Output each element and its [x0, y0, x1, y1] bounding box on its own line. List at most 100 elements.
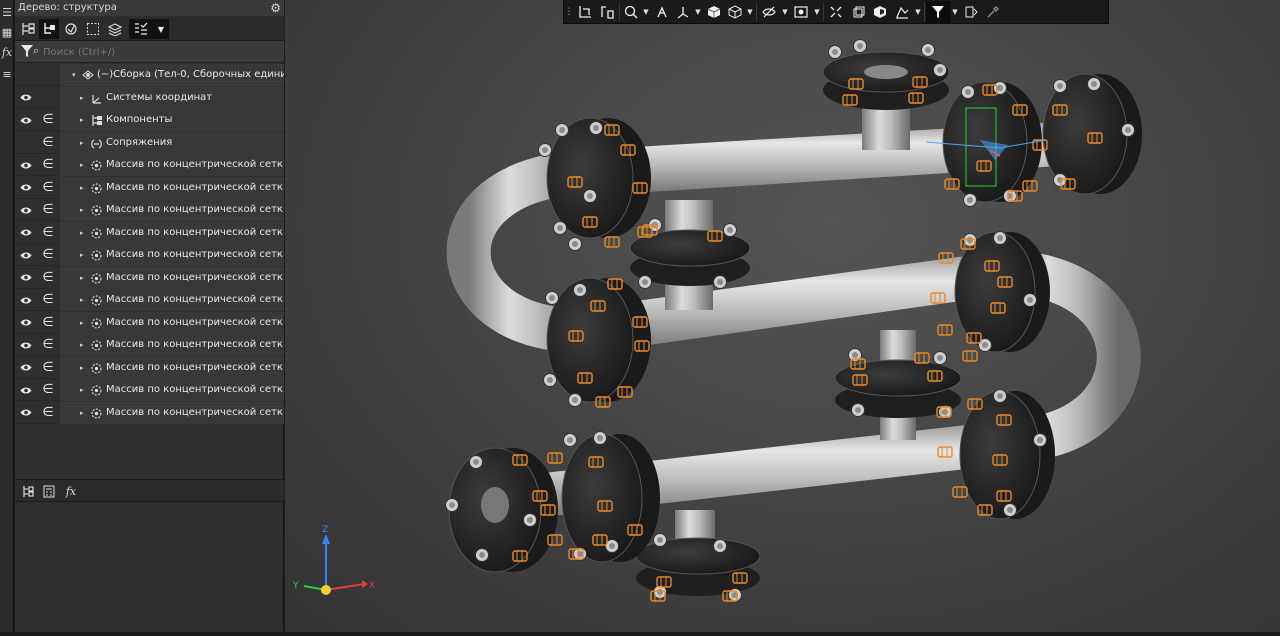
include-toggle-icon[interactable]: ∈: [37, 222, 59, 244]
visibility-toggle[interactable]: [15, 109, 37, 131]
section-button[interactable]: [847, 1, 869, 23]
expand-arrow-icon[interactable]: ▸: [80, 222, 84, 244]
include-toggle-icon[interactable]: ∈: [37, 312, 59, 334]
tree-root-assembly[interactable]: ▾ (−)Сборка (Тел-0, Сборочных единиц-3: [15, 64, 284, 86]
layers-button[interactable]: [105, 19, 125, 39]
include-toggle-icon[interactable]: ∈: [37, 357, 59, 379]
expand-arrow-icon[interactable]: ▸: [80, 154, 84, 176]
assembly-3d-model[interactable]: Z X Y: [285, 0, 1280, 632]
search-input[interactable]: [43, 44, 279, 60]
visibility-toggle[interactable]: [15, 87, 37, 109]
tree-row[interactable]: ∈ ▸ Массив по концентрической сетке:6: [15, 266, 284, 289]
include-toggle-icon[interactable]: ∈: [37, 132, 59, 154]
visibility-toggle[interactable]: [15, 154, 37, 176]
chevron-down-icon[interactable]: ▼: [950, 1, 960, 23]
tree-row[interactable]: ∈ ▸ Массив по концентрической сетке:4: [15, 221, 284, 244]
visibility-toggle[interactable]: [15, 244, 37, 266]
include-toggle-icon[interactable]: ∈: [37, 109, 59, 131]
tree-row[interactable]: ∈ ▸ Массив по концентрической сетке:3: [15, 199, 284, 221]
calculator-icon[interactable]: ▦: [1, 26, 13, 40]
layers-list-icon[interactable]: ≡: [1, 68, 13, 82]
expand-arrow-icon[interactable]: ▸: [80, 267, 84, 289]
expand-arrow-icon[interactable]: ▸: [80, 132, 84, 154]
tree-row[interactable]: ∈ ▸ Компоненты: [15, 109, 284, 131]
visibility-toggle[interactable]: [15, 267, 37, 289]
chevron-down-icon[interactable]: ▼: [812, 1, 822, 23]
orient-normal-button[interactable]: [574, 1, 596, 23]
tree-row[interactable]: ∈ ▸ Массив по концентрической сетке:12: [15, 401, 284, 424]
hide-show-button[interactable]: [758, 1, 780, 23]
expand-arrow-icon[interactable]: ▸: [80, 402, 84, 424]
view-from-button[interactable]: [596, 1, 618, 23]
expand-arrow-icon[interactable]: ▸: [80, 177, 84, 199]
tree-row[interactable]: ∈ ▸ Массив по концентрической сетке:1: [15, 154, 284, 176]
filter-icon[interactable]: [21, 45, 33, 58]
include-toggle-icon[interactable]: ∈: [37, 402, 59, 424]
selection-filter-button[interactable]: [926, 0, 950, 23]
expand-arrow-icon[interactable]: ▸: [80, 289, 84, 311]
include-toggle-icon[interactable]: ∈: [37, 379, 59, 401]
zoom-button[interactable]: [621, 1, 641, 23]
tab-tree[interactable]: [18, 482, 38, 501]
tree-row[interactable]: ∈ ▸ Сопряжения: [15, 131, 284, 154]
expand-arrow-icon[interactable]: ▸: [80, 109, 84, 131]
include-toggle-icon[interactable]: ∈: [37, 289, 59, 311]
include-toggle-icon[interactable]: ∈: [37, 267, 59, 289]
visibility-toggle[interactable]: [15, 312, 37, 334]
shaded-display-button[interactable]: [703, 1, 725, 23]
expand-arrow-icon[interactable]: ▸: [80, 379, 84, 401]
tree-view-structure-button[interactable]: [18, 19, 38, 39]
tree-row[interactable]: ∈ ▸ Массив по концентрической сетке:9: [15, 334, 284, 356]
eyedropper-button[interactable]: [982, 1, 1004, 23]
geometry-check-button[interactable]: [960, 1, 982, 23]
expand-arrow-icon[interactable]: ▸: [80, 357, 84, 379]
chevron-down-icon[interactable]: ▼: [641, 1, 651, 23]
visibility-toggle[interactable]: [15, 334, 37, 356]
tree-view-components-button[interactable]: [39, 19, 59, 39]
visibility-toggle[interactable]: [15, 402, 37, 424]
expand-arrow-icon[interactable]: ▸: [80, 244, 84, 266]
chevron-down-icon[interactable]: ▼: [693, 1, 703, 23]
tree-row[interactable]: ∈ ▸ Массив по концентрической сетке:2: [15, 176, 284, 199]
expand-arrow-icon[interactable]: ▸: [80, 334, 84, 356]
expand-arrow-icon[interactable]: ▸: [80, 87, 84, 109]
tree-row[interactable]: ∈ ▸ Массив по концентрической сетке:8: [15, 311, 284, 334]
perspective-button[interactable]: [825, 1, 847, 23]
chevron-down-icon[interactable]: ▼: [153, 19, 169, 39]
include-toggle-icon[interactable]: [37, 87, 59, 109]
chevron-down-icon[interactable]: ▼: [913, 1, 923, 23]
tree-view-operations-button[interactable]: [61, 19, 81, 39]
tree-structure-icon[interactable]: ☰: [1, 6, 13, 20]
tree-row[interactable]: ∈ ▸ Массив по концентрической сетке:10: [15, 356, 284, 379]
cut-view-button[interactable]: [869, 1, 891, 23]
visibility-toggle[interactable]: [15, 379, 37, 401]
3d-viewport[interactable]: Z X Y ⋮ ▼ ▼ ▼ ▼ ▼ ▼ ▼: [285, 0, 1280, 632]
tree-row[interactable]: ∈ ▸ Массив по концентрической сетке:7: [15, 289, 284, 311]
analysis-button[interactable]: [891, 1, 913, 23]
tab-variables-fx-icon[interactable]: fx: [61, 482, 81, 501]
include-toggle-icon[interactable]: ∈: [37, 177, 59, 199]
tree-row[interactable]: ∈ ▸ Массив по концентрической сетке:11: [15, 379, 284, 401]
tree-row[interactable]: ∈ ▸ Массив по концентрической сетке:5: [15, 244, 284, 266]
include-toggle-icon[interactable]: ∈: [37, 199, 59, 221]
include-toggle-icon[interactable]: ∈: [37, 334, 59, 356]
expand-arrow-icon[interactable]: ▸: [80, 199, 84, 221]
orientation-button[interactable]: [651, 1, 673, 23]
variables-fx-icon[interactable]: fx: [1, 46, 13, 60]
visibility-button[interactable]: [790, 1, 812, 23]
visibility-toggle[interactable]: [15, 289, 37, 311]
tree-row[interactable]: ▸ Системы координат: [15, 86, 284, 109]
include-toggle-icon[interactable]: ∈: [37, 244, 59, 266]
axes-orientation-button[interactable]: [673, 1, 693, 23]
visibility-toggle[interactable]: [15, 177, 37, 199]
tab-calculator[interactable]: [39, 482, 59, 501]
include-toggle-icon[interactable]: ∈: [37, 154, 59, 176]
wireframe-display-button[interactable]: [725, 1, 745, 23]
chevron-down-icon[interactable]: ▼: [745, 1, 755, 23]
tree-filter-dropdown[interactable]: [129, 19, 153, 39]
visibility-toggle[interactable]: [15, 222, 37, 244]
collapse-arrow-icon[interactable]: ▾: [72, 64, 76, 86]
select-filter-button[interactable]: [83, 19, 103, 39]
expand-arrow-icon[interactable]: ▸: [80, 312, 84, 334]
visibility-toggle[interactable]: [15, 132, 37, 154]
